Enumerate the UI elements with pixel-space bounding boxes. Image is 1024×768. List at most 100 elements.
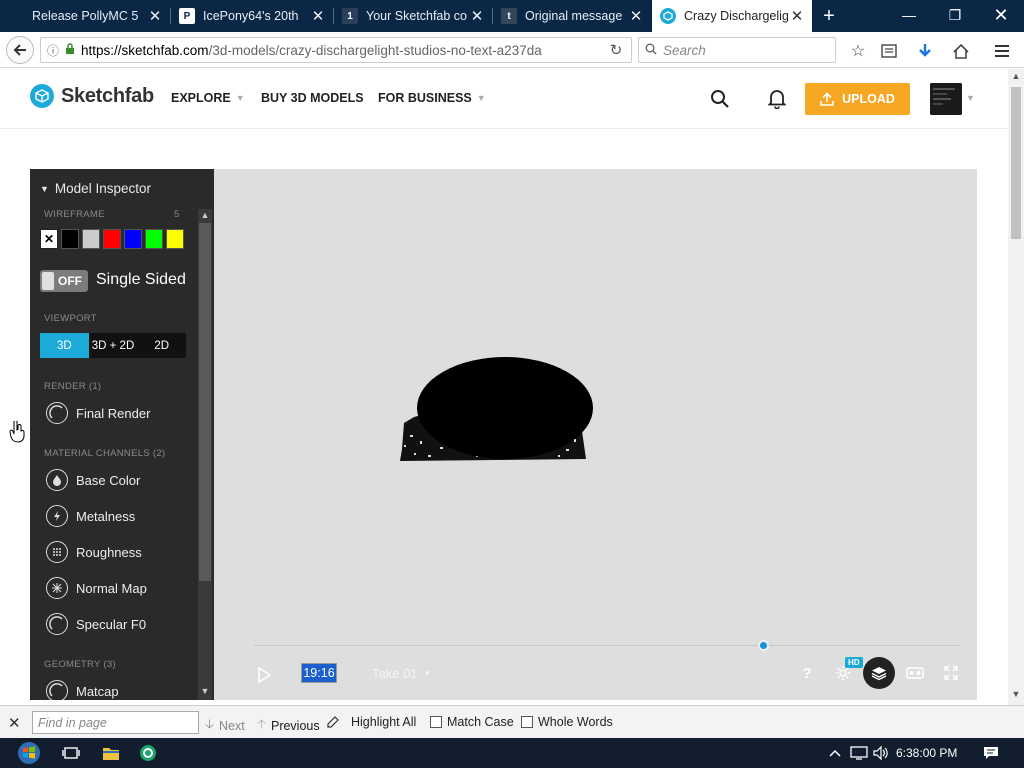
hamburger-menu-icon[interactable]	[991, 40, 1013, 62]
layers-icon[interactable]	[863, 657, 895, 689]
find-next-button[interactable]: 🡣 Next	[205, 715, 245, 736]
scroll-down-icon[interactable]: ▼	[198, 686, 212, 698]
channel-normal-map[interactable]: Normal Map	[46, 577, 147, 599]
close-tab-icon[interactable]: ✕	[146, 7, 164, 25]
timeline-scrubber[interactable]	[758, 640, 769, 651]
match-case-label: Match Case	[447, 715, 514, 729]
lightning-icon	[46, 505, 68, 527]
url-text[interactable]: https://sketchfab.com/3d-models/crazy-di…	[81, 43, 601, 58]
bookmark-star-icon[interactable]: ☆	[847, 40, 869, 62]
channel-label: Base Color	[76, 472, 141, 488]
download-icon[interactable]	[914, 40, 936, 62]
browser-tab[interactable]: t Original message ✕	[493, 0, 651, 32]
close-findbar-icon[interactable]: ✕	[8, 714, 21, 732]
inspector-header[interactable]: ▼ Model Inspector	[40, 181, 151, 196]
close-tab-icon[interactable]: ✕	[627, 7, 645, 25]
wireframe-swatch-blue[interactable]	[124, 229, 142, 249]
chevron-down-icon[interactable]: ▼	[966, 93, 975, 103]
channel-roughness[interactable]: Roughness	[46, 541, 142, 563]
patreon-favicon-icon: P	[179, 8, 195, 24]
reading-list-icon[interactable]	[878, 40, 900, 62]
new-tab-icon[interactable]: +	[816, 0, 842, 32]
user-avatar[interactable]	[930, 83, 962, 115]
search-input[interactable]: Search	[638, 37, 836, 63]
browser-tab[interactable]: P IcePony64's 20th ✕	[171, 0, 333, 32]
chevron-down-icon: ▼	[235, 93, 245, 103]
find-input[interactable]: Find in page	[32, 711, 199, 734]
restore-icon[interactable]: ❐	[932, 0, 978, 30]
single-sided-toggle[interactable]: OFF	[40, 270, 88, 292]
browser-tab[interactable]: 1 Your Sketchfab co ✕	[334, 0, 492, 32]
task-view-icon[interactable]	[58, 741, 84, 765]
whole-words-checkbox[interactable]: Whole Words	[521, 715, 613, 729]
reload-icon[interactable]: ↻	[601, 41, 631, 59]
checkbox[interactable]	[521, 716, 533, 728]
wireframe-swatch-red[interactable]	[103, 229, 121, 249]
close-tab-icon[interactable]: ✕	[788, 7, 806, 25]
channel-metalness[interactable]: Metalness	[46, 505, 135, 527]
volume-icon[interactable]	[868, 741, 894, 765]
render-final-render[interactable]: Final Render	[46, 402, 150, 424]
wireframe-swatch-green[interactable]	[145, 229, 163, 249]
find-previous-button[interactable]: 🡡 Previous	[257, 715, 320, 736]
help-icon[interactable]: ?	[798, 664, 816, 682]
geometry-matcap[interactable]: Matcap	[46, 680, 119, 700]
brand-name: Sketchfab	[61, 84, 154, 107]
viewport-option-3d[interactable]: 3D	[40, 333, 89, 358]
animation-take-select[interactable]: Take 01 ▼	[372, 666, 431, 681]
inspector-scrollbar[interactable]: ▲ ▼	[198, 209, 212, 700]
address-bar[interactable]: ⓘ https://sketchfab.com/3d-models/crazy-…	[40, 37, 632, 63]
scrollbar-thumb[interactable]	[199, 223, 211, 581]
lock-icon	[65, 42, 81, 58]
scrollbar-thumb[interactable]	[1011, 87, 1021, 239]
nav-label: BUY 3D MODELS	[261, 91, 364, 105]
action-center-icon[interactable]	[978, 741, 1004, 765]
wireframe-swatch-none[interactable]: ✕	[40, 229, 58, 249]
droplet-icon	[46, 469, 68, 491]
back-icon[interactable]	[6, 36, 34, 64]
file-explorer-icon[interactable]	[98, 741, 124, 765]
wireframe-swatch-yellow[interactable]	[166, 229, 184, 249]
scroll-down-icon[interactable]: ▼	[1008, 689, 1024, 703]
minimize-icon[interactable]: —	[886, 0, 932, 30]
browser-app-icon[interactable]	[135, 741, 161, 765]
nav-for-business[interactable]: FOR BUSINESS ▼	[378, 91, 486, 105]
upload-button[interactable]: UPLOAD	[805, 83, 910, 115]
viewport-option-3d-2d[interactable]: 3D + 2D	[89, 333, 138, 358]
page-scrollbar[interactable]: ▲ ▼	[1008, 69, 1024, 705]
info-icon[interactable]: ⓘ	[41, 42, 65, 59]
home-icon[interactable]	[950, 40, 972, 62]
fullscreen-icon[interactable]	[942, 664, 960, 682]
animation-timecode[interactable]: 19:16	[301, 663, 337, 683]
viewport-option-2d[interactable]: 2D	[137, 333, 186, 358]
scroll-up-icon[interactable]: ▲	[198, 210, 212, 222]
wireframe-swatch-black[interactable]	[61, 229, 79, 249]
bell-icon[interactable]	[764, 86, 790, 112]
nav-explore[interactable]: EXPLORE ▼	[171, 91, 245, 105]
channel-base-color[interactable]: Base Color	[46, 469, 140, 491]
nav-buy-3d-models[interactable]: BUY 3D MODELS	[261, 91, 364, 105]
wireframe-swatch-gray[interactable]	[82, 229, 100, 249]
browser-tab-active[interactable]: Crazy Dischargelig ✕	[652, 0, 812, 32]
checkbox[interactable]	[430, 716, 442, 728]
close-tab-icon[interactable]: ✕	[468, 7, 486, 25]
chevron-up-icon[interactable]	[822, 741, 848, 765]
match-case-checkbox[interactable]: Match Case	[430, 715, 514, 729]
play-icon[interactable]	[254, 664, 274, 686]
close-window-icon[interactable]: ✕	[978, 0, 1024, 30]
scroll-up-icon[interactable]: ▲	[1008, 71, 1024, 85]
search-icon[interactable]	[707, 86, 733, 112]
sketchfab-logo[interactable]: Sketchfab	[30, 84, 154, 108]
find-placeholder: Find in page	[38, 715, 107, 730]
taskbar-clock[interactable]: 6:38:00 PM	[896, 746, 957, 760]
close-tab-icon[interactable]: ✕	[309, 7, 327, 25]
channel-specular-f0[interactable]: Specular F0	[46, 613, 146, 635]
tab-title: Release PollyMC 5	[32, 9, 139, 23]
toggle-knob	[42, 272, 54, 290]
browser-tab[interactable]: Release PollyMC 5 ✕	[0, 0, 170, 32]
vr-headset-icon[interactable]	[905, 664, 925, 682]
highlight-all-button[interactable]: Highlight All	[326, 715, 416, 729]
timeline-track[interactable]	[254, 645, 959, 646]
model-viewer-canvas[interactable]: 19:16 Take 01 ▼ ? HD	[214, 169, 977, 700]
windows-start-icon[interactable]	[16, 741, 42, 765]
